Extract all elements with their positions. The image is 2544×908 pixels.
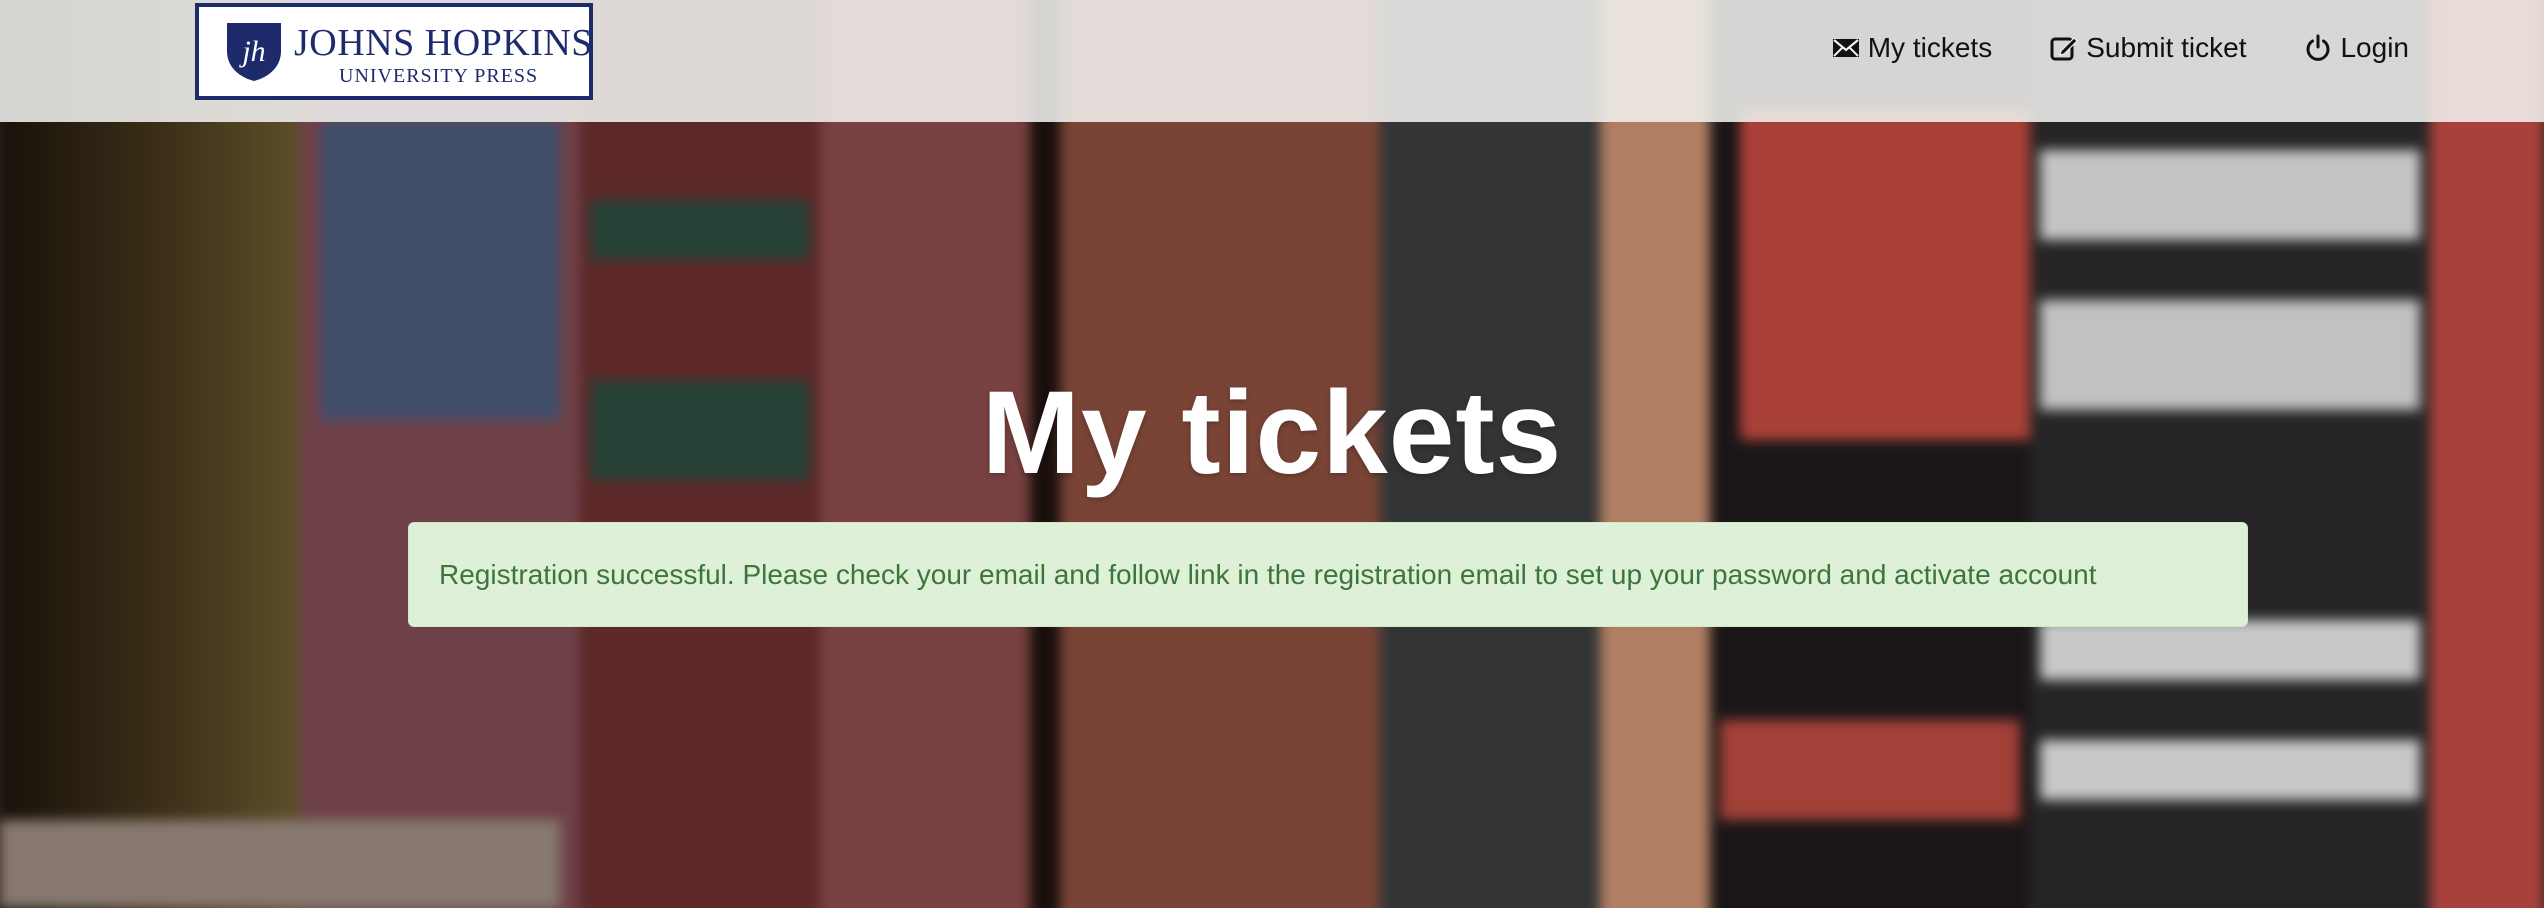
alert-message: Registration successful. Please check yo… bbox=[439, 558, 2097, 590]
edit-icon bbox=[2050, 37, 2079, 61]
page-title: My tickets bbox=[981, 367, 1563, 499]
logo-monogram: jh bbox=[238, 35, 265, 68]
nav-submit-ticket-label: Submit ticket bbox=[2086, 32, 2247, 63]
nav-login-label: Login bbox=[2340, 32, 2409, 63]
nav-my-tickets[interactable]: My tickets bbox=[1832, 32, 1992, 64]
nav-login[interactable]: Login bbox=[2304, 32, 2409, 64]
main-nav: My tickets Submit ticket Login bbox=[1832, 32, 2409, 64]
site-logo[interactable]: jh JOHNS HOPKINS UNIVERSITY PRESS bbox=[195, 3, 593, 100]
envelope-icon bbox=[1832, 39, 1859, 57]
nav-my-tickets-label: My tickets bbox=[1867, 32, 1993, 63]
power-icon bbox=[2306, 34, 2330, 61]
logo-line-2: UNIVERSITY PRESS bbox=[339, 65, 539, 87]
top-navbar: jh JOHNS HOPKINS UNIVERSITY PRESS My tic… bbox=[0, 0, 2544, 122]
shield-icon: jh bbox=[227, 23, 281, 81]
nav-submit-ticket[interactable]: Submit ticket bbox=[2050, 32, 2246, 64]
logo-line-1: JOHNS HOPKINS bbox=[294, 22, 593, 64]
page: jh JOHNS HOPKINS UNIVERSITY PRESS My tic… bbox=[0, 0, 2544, 908]
registration-success-alert: Registration successful. Please check yo… bbox=[408, 522, 2248, 627]
